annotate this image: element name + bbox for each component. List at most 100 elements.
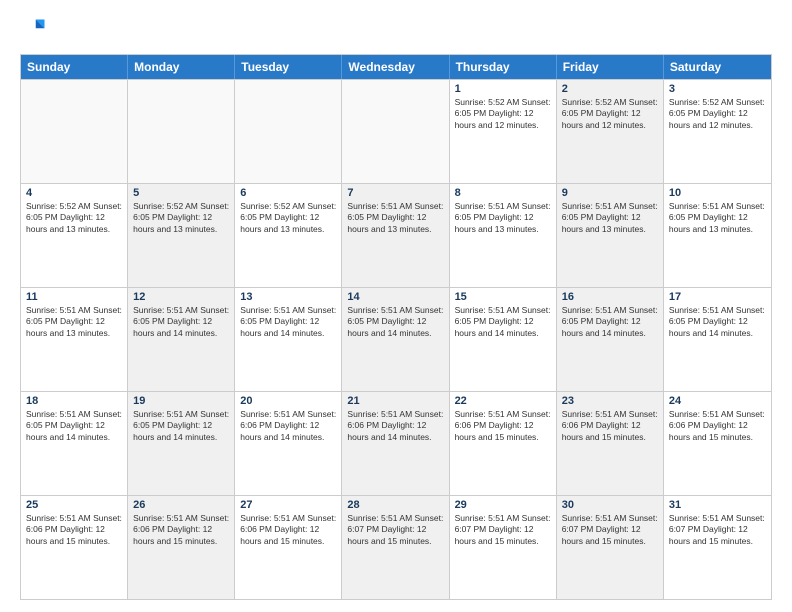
- day-info-text: Sunrise: 5:52 AM Sunset: 6:05 PM Dayligh…: [26, 201, 122, 235]
- calendar-empty-cell: [235, 80, 342, 183]
- day-number: 27: [240, 499, 336, 511]
- day-info-text: Sunrise: 5:51 AM Sunset: 6:07 PM Dayligh…: [347, 513, 443, 547]
- day-number: 13: [240, 291, 336, 303]
- calendar-row: 18Sunrise: 5:51 AM Sunset: 6:05 PM Dayli…: [21, 391, 771, 495]
- day-number: 15: [455, 291, 551, 303]
- day-info-text: Sunrise: 5:51 AM Sunset: 6:05 PM Dayligh…: [133, 409, 229, 443]
- weekday-header-tuesday: Tuesday: [235, 55, 342, 79]
- calendar-day-1: 1 Sunrise: 5:52 AM Sunset: 6:05 PM Daylig…: [450, 80, 557, 183]
- calendar-day-17: 17 Sunrise: 5:51 AM Sunset: 6:05 PM Dayli…: [664, 288, 771, 391]
- day-info-text: Sunrise: 5:52 AM Sunset: 6:05 PM Dayligh…: [455, 97, 551, 131]
- calendar-day-16: 16 Sunrise: 5:51 AM Sunset: 6:05 PM Dayli…: [557, 288, 664, 391]
- day-info-text: Sunrise: 5:51 AM Sunset: 6:06 PM Dayligh…: [669, 409, 766, 443]
- weekday-header-saturday: Saturday: [664, 55, 771, 79]
- logo: [20, 16, 52, 44]
- day-info-text: Sunrise: 5:52 AM Sunset: 6:05 PM Dayligh…: [562, 97, 658, 131]
- calendar-day-28: 28 Sunrise: 5:51 AM Sunset: 6:07 PM Dayli…: [342, 496, 449, 599]
- day-info-text: Sunrise: 5:51 AM Sunset: 6:06 PM Dayligh…: [562, 409, 658, 443]
- day-number: 30: [562, 499, 658, 511]
- calendar-day-4: 4 Sunrise: 5:52 AM Sunset: 6:05 PM Daylig…: [21, 184, 128, 287]
- day-number: 29: [455, 499, 551, 511]
- calendar-day-24: 24 Sunrise: 5:51 AM Sunset: 6:06 PM Dayli…: [664, 392, 771, 495]
- day-number: 9: [562, 187, 658, 199]
- day-number: 2: [562, 83, 658, 95]
- day-info-text: Sunrise: 5:52 AM Sunset: 6:05 PM Dayligh…: [669, 97, 766, 131]
- weekday-header-thursday: Thursday: [450, 55, 557, 79]
- calendar-row: 25Sunrise: 5:51 AM Sunset: 6:06 PM Dayli…: [21, 495, 771, 599]
- day-number: 3: [669, 83, 766, 95]
- weekday-header-monday: Monday: [128, 55, 235, 79]
- calendar-day-6: 6 Sunrise: 5:52 AM Sunset: 6:05 PM Daylig…: [235, 184, 342, 287]
- day-info-text: Sunrise: 5:51 AM Sunset: 6:06 PM Dayligh…: [240, 409, 336, 443]
- day-number: 24: [669, 395, 766, 407]
- calendar-day-22: 22Sunrise: 5:51 AM Sunset: 6:06 PM Dayli…: [450, 392, 557, 495]
- calendar-day-25: 25Sunrise: 5:51 AM Sunset: 6:06 PM Dayli…: [21, 496, 128, 599]
- calendar-day-18: 18Sunrise: 5:51 AM Sunset: 6:05 PM Dayli…: [21, 392, 128, 495]
- day-info-text: Sunrise: 5:51 AM Sunset: 6:05 PM Dayligh…: [133, 305, 229, 339]
- day-number: 31: [669, 499, 766, 511]
- day-number: 28: [347, 499, 443, 511]
- day-number: 17: [669, 291, 766, 303]
- day-number: 21: [347, 395, 443, 407]
- day-info-text: Sunrise: 5:51 AM Sunset: 6:06 PM Dayligh…: [133, 513, 229, 547]
- weekday-header-sunday: Sunday: [21, 55, 128, 79]
- day-info-text: Sunrise: 5:51 AM Sunset: 6:06 PM Dayligh…: [26, 513, 122, 547]
- calendar-day-7: 7 Sunrise: 5:51 AM Sunset: 6:05 PM Daylig…: [342, 184, 449, 287]
- day-info-text: Sunrise: 5:52 AM Sunset: 6:05 PM Dayligh…: [133, 201, 229, 235]
- calendar-day-12: 12Sunrise: 5:51 AM Sunset: 6:05 PM Dayli…: [128, 288, 235, 391]
- day-number: 26: [133, 499, 229, 511]
- day-info-text: Sunrise: 5:51 AM Sunset: 6:05 PM Dayligh…: [240, 305, 336, 339]
- calendar-day-30: 30 Sunrise: 5:51 AM Sunset: 6:07 PM Dayli…: [557, 496, 664, 599]
- day-info-text: Sunrise: 5:51 AM Sunset: 6:05 PM Dayligh…: [26, 305, 122, 339]
- calendar-day-23: 23Sunrise: 5:51 AM Sunset: 6:06 PM Dayli…: [557, 392, 664, 495]
- calendar: SundayMondayTuesdayWednesdayThursdayFrid…: [20, 54, 772, 600]
- day-info-text: Sunrise: 5:52 AM Sunset: 6:05 PM Dayligh…: [240, 201, 336, 235]
- day-info-text: Sunrise: 5:51 AM Sunset: 6:07 PM Dayligh…: [669, 513, 766, 547]
- day-number: 20: [240, 395, 336, 407]
- day-info-text: Sunrise: 5:51 AM Sunset: 6:05 PM Dayligh…: [562, 305, 658, 339]
- calendar-header: SundayMondayTuesdayWednesdayThursdayFrid…: [21, 55, 771, 79]
- calendar-row: 1 Sunrise: 5:52 AM Sunset: 6:05 PM Daylig…: [21, 79, 771, 183]
- day-number: 7: [347, 187, 443, 199]
- calendar-day-11: 11Sunrise: 5:51 AM Sunset: 6:05 PM Dayli…: [21, 288, 128, 391]
- day-info-text: Sunrise: 5:51 AM Sunset: 6:06 PM Dayligh…: [455, 409, 551, 443]
- weekday-header-wednesday: Wednesday: [342, 55, 449, 79]
- calendar-row: 11Sunrise: 5:51 AM Sunset: 6:05 PM Dayli…: [21, 287, 771, 391]
- day-info-text: Sunrise: 5:51 AM Sunset: 6:06 PM Dayligh…: [240, 513, 336, 547]
- page: SundayMondayTuesdayWednesdayThursdayFrid…: [0, 0, 792, 612]
- calendar-day-13: 13 Sunrise: 5:51 AM Sunset: 6:05 PM Dayli…: [235, 288, 342, 391]
- day-number: 16: [562, 291, 658, 303]
- weekday-header-friday: Friday: [557, 55, 664, 79]
- calendar-day-14: 14Sunrise: 5:51 AM Sunset: 6:05 PM Dayli…: [342, 288, 449, 391]
- day-number: 10: [669, 187, 766, 199]
- calendar-day-19: 19 Sunrise: 5:51 AM Sunset: 6:05 PM Dayli…: [128, 392, 235, 495]
- header: [20, 16, 772, 44]
- day-number: 1: [455, 83, 551, 95]
- day-number: 8: [455, 187, 551, 199]
- day-info-text: Sunrise: 5:51 AM Sunset: 6:05 PM Dayligh…: [26, 409, 122, 443]
- day-info-text: Sunrise: 5:51 AM Sunset: 6:07 PM Dayligh…: [455, 513, 551, 547]
- calendar-empty-cell: [128, 80, 235, 183]
- day-info-text: Sunrise: 5:51 AM Sunset: 6:05 PM Dayligh…: [455, 305, 551, 339]
- calendar-day-26: 26 Sunrise: 5:51 AM Sunset: 6:06 PM Dayli…: [128, 496, 235, 599]
- calendar-day-2: 2 Sunrise: 5:52 AM Sunset: 6:05 PM Daylig…: [557, 80, 664, 183]
- calendar-day-15: 15 Sunrise: 5:51 AM Sunset: 6:05 PM Dayli…: [450, 288, 557, 391]
- day-info-text: Sunrise: 5:51 AM Sunset: 6:05 PM Dayligh…: [347, 201, 443, 235]
- day-info-text: Sunrise: 5:51 AM Sunset: 6:05 PM Dayligh…: [669, 305, 766, 339]
- calendar-body: 1 Sunrise: 5:52 AM Sunset: 6:05 PM Daylig…: [21, 79, 771, 599]
- day-info-text: Sunrise: 5:51 AM Sunset: 6:06 PM Dayligh…: [347, 409, 443, 443]
- day-number: 19: [133, 395, 229, 407]
- day-info-text: Sunrise: 5:51 AM Sunset: 6:07 PM Dayligh…: [562, 513, 658, 547]
- day-number: 4: [26, 187, 122, 199]
- calendar-day-29: 29 Sunrise: 5:51 AM Sunset: 6:07 PM Dayli…: [450, 496, 557, 599]
- day-number: 6: [240, 187, 336, 199]
- day-number: 5: [133, 187, 229, 199]
- calendar-row: 4 Sunrise: 5:52 AM Sunset: 6:05 PM Daylig…: [21, 183, 771, 287]
- day-info-text: Sunrise: 5:51 AM Sunset: 6:05 PM Dayligh…: [455, 201, 551, 235]
- calendar-day-21: 21 Sunrise: 5:51 AM Sunset: 6:06 PM Dayli…: [342, 392, 449, 495]
- logo-icon: [20, 16, 48, 44]
- calendar-day-27: 27 Sunrise: 5:51 AM Sunset: 6:06 PM Dayli…: [235, 496, 342, 599]
- calendar-empty-cell: [21, 80, 128, 183]
- calendar-day-9: 9Sunrise: 5:51 AM Sunset: 6:05 PM Daylig…: [557, 184, 664, 287]
- calendar-day-8: 8 Sunrise: 5:51 AM Sunset: 6:05 PM Daylig…: [450, 184, 557, 287]
